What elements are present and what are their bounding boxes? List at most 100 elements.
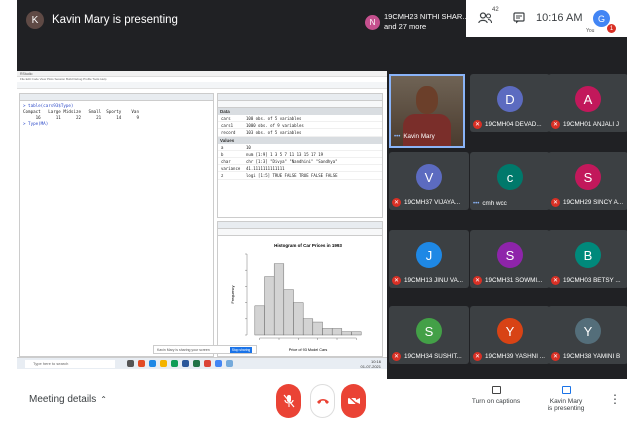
plots-toolbar <box>218 229 382 236</box>
camera-off-icon <box>347 395 360 407</box>
shared-screen: RStudio File Edit Code View Plots Sessio… <box>17 71 387 379</box>
taskbar-app-icon[interactable] <box>160 360 167 367</box>
participant-tile[interactable]: D ✕ 19CMH04 DEVAD... <box>470 74 550 132</box>
env-section-values: Values <box>218 136 382 144</box>
taskbar-app-icon[interactable] <box>182 360 189 367</box>
env-row[interactable]: cars 100 obs. of 5 variables <box>218 115 382 123</box>
mic-muted-icon: ✕ <box>392 276 401 285</box>
sharing-notice-text: Kavin Mary is sharing your screen <box>157 348 210 352</box>
env-row[interactable]: z logi [1:5] TRUE FALSE TRUE FALSE FALSE <box>218 172 382 180</box>
tile-name: 19CMH13 JINU VA... <box>404 277 464 284</box>
histogram-bar <box>331 328 343 336</box>
taskbar-clock: 10:16 01-07-2021 <box>361 359 381 369</box>
participant-tile[interactable]: Y ✕ 19CMH38 YAMINI B <box>548 306 627 364</box>
presenter-video <box>403 114 451 146</box>
env-row[interactable]: char chr [1:3] "Divya" "Nandhini" "Sandhy… <box>218 158 382 166</box>
participant-avatar: V <box>416 164 442 190</box>
mic-muted-icon: ✕ <box>551 120 560 129</box>
participants-preview-more: and 27 more <box>384 22 427 31</box>
mic-muted-icon: ✕ <box>473 120 482 129</box>
plots-tabs <box>218 222 382 229</box>
env-var-value: 100 obs. of 5 variables <box>246 116 302 121</box>
hang-up-icon <box>316 399 329 404</box>
histogram-bar <box>302 318 314 336</box>
env-row[interactable]: record 103 obs. of 5 variables <box>218 129 382 137</box>
leave-call-button[interactable] <box>310 384 335 418</box>
participant-avatar: A <box>575 86 601 112</box>
presenting-line2: is presenting <box>547 405 585 412</box>
histogram-bar <box>341 331 352 336</box>
presenter-video-tile[interactable]: ••• Kavin Mary <box>389 74 465 148</box>
participant-avatar: S <box>575 164 601 190</box>
meeting-details-button[interactable]: Meeting details ⌃ <box>29 394 107 405</box>
env-row[interactable]: a 10 <box>218 144 382 151</box>
participant-tile[interactable]: A ✕ 19CMH01 ANJALI J <box>548 74 627 132</box>
participant-tile[interactable]: S ✕ 19CMH31 SOWMI... <box>470 230 550 288</box>
presenter-avatar: K <box>26 11 44 29</box>
taskbar-app-icon[interactable] <box>138 360 145 367</box>
participant-tile[interactable]: B ✕ 19CMH03 BETSY ... <box>548 230 627 288</box>
env-var-value: 41.1111111111111 <box>246 166 285 172</box>
histogram-bar <box>293 302 304 336</box>
clock: 10:16 AM <box>536 12 583 24</box>
console-output: > table(cars93$Type) Compact Large Midsiz… <box>20 101 213 129</box>
taskbar-app-icon[interactable] <box>226 360 233 367</box>
stop-sharing-button[interactable]: Stop sharing <box>230 347 252 353</box>
histogram-chart: Histogram of Car Prices in 1993 Price of … <box>231 243 362 352</box>
chat-icon[interactable] <box>513 11 525 24</box>
tile-name: 19CMH31 SOWMI... <box>485 277 543 284</box>
env-var-name: char <box>221 158 231 164</box>
mic-off-button[interactable] <box>276 384 301 418</box>
mic-muted-icon: ✕ <box>551 198 560 207</box>
self-label: You <box>586 28 595 34</box>
camera-off-button[interactable] <box>341 384 366 418</box>
captions-button[interactable]: Turn on captions <box>469 386 523 405</box>
more-options-icon[interactable]: ⋮ <box>609 392 621 406</box>
participant-tile[interactable]: V ✕ 19CMH37 VIJAYA... <box>389 152 469 210</box>
mic-muted-icon: ✕ <box>551 276 560 285</box>
participant-tile[interactable]: S ✕ 19CMH29 SINCY A... <box>548 152 627 210</box>
presenting-button[interactable]: Kavin Mary is presenting <box>540 386 592 412</box>
participant-avatar: J <box>416 242 442 268</box>
mic-muted-icon: ✕ <box>473 276 482 285</box>
speaking-indicator-icon: ••• <box>394 133 401 140</box>
presenter-indicator: K Kavin Mary is presenting <box>26 11 178 29</box>
participant-tile[interactable]: S ✕ 19CMH34 SUSHIT... <box>389 306 469 364</box>
console-line: > Type(MA) <box>23 121 49 126</box>
present-icon <box>561 386 571 394</box>
taskbar-search[interactable]: Type here to search <box>25 360 115 368</box>
taskbar-app-icon[interactable] <box>127 360 134 367</box>
taskbar-app-icon[interactable] <box>204 360 211 367</box>
participant-avatar: S <box>497 242 523 268</box>
taskbar-date: 01-07-2021 <box>360 364 381 369</box>
participant-avatar: Y <box>497 318 523 344</box>
participant-tile[interactable]: Y ✕ 19CMH39 YASHNI ... <box>470 306 550 364</box>
env-var-name: a <box>221 144 224 150</box>
participant-tile[interactable]: c ••• cmh wcc <box>470 152 550 210</box>
participant-tile[interactable]: J ✕ 19CMH13 JINU VA... <box>389 230 469 288</box>
y-axis-label: Frequency <box>231 285 235 303</box>
env-var-name: b <box>221 151 224 157</box>
toolbar <box>17 82 387 89</box>
histogram-bar <box>254 305 265 336</box>
env-var-value: chr [1:3] "Divya" "Nandhini" "Sandhya" <box>246 158 338 164</box>
notification-badge: 1 <box>607 24 616 33</box>
taskbar-app-icon[interactable] <box>149 360 156 367</box>
taskbar-app-icon[interactable] <box>193 360 200 367</box>
tile-name: Kavin Mary <box>403 133 435 140</box>
chart-title: Histogram of Car Prices in 1993 <box>274 243 342 248</box>
tile-name: 19CMH01 ANJALI J <box>563 121 619 128</box>
people-icon[interactable] <box>478 11 492 24</box>
mic-off-icon <box>283 394 294 408</box>
env-var-value: 1000 obs. of 9 variables <box>246 123 304 129</box>
env-row[interactable]: b num [1:9] 1 3 5 7 11 13 15 17 19 <box>218 151 382 158</box>
taskbar-app-icon[interactable] <box>215 360 222 367</box>
taskbar-apps <box>127 360 233 367</box>
speaking-indicator-icon: ••• <box>473 200 480 207</box>
tile-name: cmh wcc <box>482 200 507 207</box>
tile-name: 19CMH39 YASHNI ... <box>485 353 545 360</box>
taskbar-app-icon[interactable] <box>171 360 178 367</box>
env-row[interactable]: variance 41.1111111111111 <box>218 165 382 173</box>
env-row[interactable]: cars1 1000 obs. of 9 variables <box>218 122 382 130</box>
console-tabs <box>20 94 213 101</box>
